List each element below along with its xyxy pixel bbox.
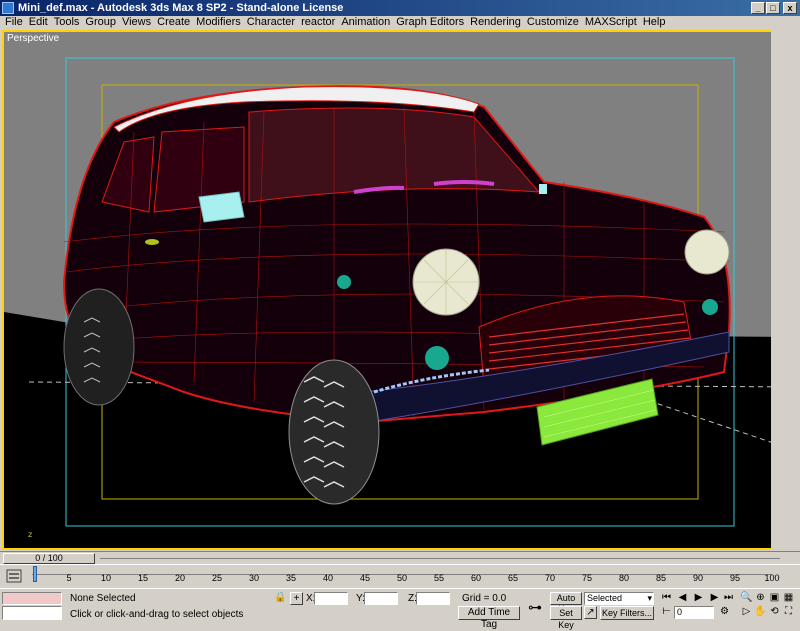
menu-customize[interactable]: Customize: [524, 16, 582, 29]
menu-tools[interactable]: Tools: [51, 16, 83, 29]
menu-group[interactable]: Group: [82, 16, 119, 29]
set-key-button[interactable]: Set Key: [550, 606, 582, 630]
window-title: Mini_def.max - Autodesk 3ds Max 8 SP2 - …: [18, 2, 344, 14]
menu-animation[interactable]: Animation: [338, 16, 393, 29]
zoom-icon[interactable]: 🔍: [740, 592, 753, 605]
arc-rotate-icon[interactable]: ⟲: [768, 606, 781, 619]
prompt-line: Click or click-and-drag to select object…: [70, 609, 244, 620]
tick-label: 10: [100, 573, 112, 583]
menu-maxscript[interactable]: MAXScript: [582, 16, 640, 29]
viewport-label[interactable]: Perspective: [7, 33, 59, 44]
close-button[interactable]: x: [783, 2, 797, 14]
maximize-button[interactable]: □: [766, 2, 780, 14]
menu-graph-editors[interactable]: Graph Editors: [393, 16, 467, 29]
y-coordinate-field[interactable]: [364, 592, 398, 605]
tick-label: 90: [692, 573, 704, 583]
current-time-marker[interactable]: [33, 566, 37, 582]
menu-help[interactable]: Help: [640, 16, 669, 29]
menu-views[interactable]: Views: [119, 16, 154, 29]
menu-file[interactable]: File: [2, 16, 26, 29]
time-configuration-icon[interactable]: ⚙: [718, 606, 731, 619]
pan-icon[interactable]: ✋: [754, 606, 767, 619]
maxscript-listener-white[interactable]: [2, 606, 62, 620]
app-icon[interactable]: [2, 2, 14, 14]
grid-size: Grid = 0.0: [462, 593, 507, 604]
menu-edit[interactable]: Edit: [26, 16, 51, 29]
tick-label: 100: [764, 573, 780, 583]
zoom-extents-all-icon[interactable]: ▦: [782, 592, 795, 605]
tick-label: 40: [322, 573, 334, 583]
tick-label: 70: [544, 573, 556, 583]
lock-selection-icon[interactable]: 🔒: [274, 592, 287, 605]
time-slider-thumb[interactable]: 0 / 100: [3, 553, 95, 564]
open-mini-curve-editor-icon[interactable]: [6, 568, 22, 584]
key-mode-value: Selected: [587, 593, 623, 603]
maxscript-listener-pink[interactable]: [2, 592, 62, 605]
tick-label: 55: [433, 573, 445, 583]
z-coordinate-field[interactable]: [416, 592, 450, 605]
time-slider[interactable]: 0 / 100: [0, 551, 800, 564]
tick-label: 75: [581, 573, 593, 583]
chevron-down-icon[interactable]: ▾: [647, 593, 652, 604]
play-icon[interactable]: ▶: [692, 592, 705, 605]
trackbar-ticks: 5 10 15 20 25 30 35 40 45 50 55 60 65 70 75 80 85 90 95 100: [32, 565, 779, 589]
auto-key-button[interactable]: Auto Key: [550, 592, 582, 614]
field-of-view-icon[interactable]: ▷: [740, 606, 753, 619]
next-frame-icon[interactable]: ▶: [708, 592, 721, 605]
zoom-extents-icon[interactable]: ▣: [768, 592, 781, 605]
tick-label: 45: [359, 573, 371, 583]
go-to-end-icon[interactable]: ⏭: [722, 592, 735, 605]
tick-label: 35: [285, 573, 297, 583]
key-mode-toggle-icon[interactable]: ⊢: [660, 606, 673, 619]
tick-label: 15: [137, 573, 149, 583]
tick-label: 80: [618, 573, 630, 583]
axis-gizmo: z: [28, 530, 32, 539]
scene-render: z: [4, 32, 796, 548]
tick-label: 50: [396, 573, 408, 583]
previous-frame-icon[interactable]: ◀: [676, 592, 689, 605]
tick-label: 65: [507, 573, 519, 583]
track-bar[interactable]: 5 10 15 20 25 30 35 40 45 50 55 60 65 70 75 80 85 90 95 100: [0, 564, 800, 588]
go-to-start-icon[interactable]: ⏮: [660, 592, 673, 605]
tick-label: 60: [470, 573, 482, 583]
zoom-all-icon[interactable]: ⊕: [754, 592, 767, 605]
set-key-filter-icon[interactable]: ↗: [584, 606, 597, 619]
current-frame-field[interactable]: 0: [674, 606, 714, 619]
tick-label: 95: [729, 573, 741, 583]
menu-bar: File Edit Tools Group Views Create Modifiers Ch…: [0, 16, 800, 29]
time-slider-track[interactable]: [100, 558, 780, 559]
add-time-tag-button[interactable]: Add Time Tag: [458, 606, 520, 630]
maximize-viewport-icon[interactable]: ⛶: [782, 606, 795, 619]
tick-label: 30: [248, 573, 260, 583]
tick-label: 85: [655, 573, 667, 583]
right-strip: [771, 29, 800, 551]
menu-modifiers[interactable]: Modifiers: [193, 16, 244, 29]
menu-reactor[interactable]: reactor: [298, 16, 338, 29]
tick-label: 5: [66, 573, 72, 583]
menu-create[interactable]: Create: [154, 16, 193, 29]
viewport-frame: Perspective z: [0, 29, 800, 551]
x-coordinate-field[interactable]: [314, 592, 348, 605]
mirror-shape: [198, 191, 245, 223]
headlight-right: [684, 229, 730, 275]
menu-rendering[interactable]: Rendering: [467, 16, 524, 29]
tick-label: 25: [211, 573, 223, 583]
wheel-rear: [63, 288, 135, 406]
perspective-viewport[interactable]: Perspective z: [2, 30, 798, 550]
key-mode-dropdown[interactable]: Selected ▾: [584, 592, 654, 605]
minimize-button[interactable]: _: [751, 2, 765, 14]
status-bar: None Selected Click or click-and-drag to…: [0, 588, 800, 630]
current-frame-value: 0: [677, 607, 683, 617]
title-bar[interactable]: Mini_def.max - Autodesk 3ds Max 8 SP2 - …: [0, 0, 800, 16]
absolute-offset-toggle-icon[interactable]: +: [290, 592, 303, 605]
menu-character[interactable]: Character: [244, 16, 298, 29]
key-filters-button[interactable]: Key Filters...: [600, 606, 654, 620]
selection-status: None Selected: [70, 593, 136, 604]
tick-label: 20: [174, 573, 186, 583]
key-icon: ⊶: [528, 599, 542, 615]
